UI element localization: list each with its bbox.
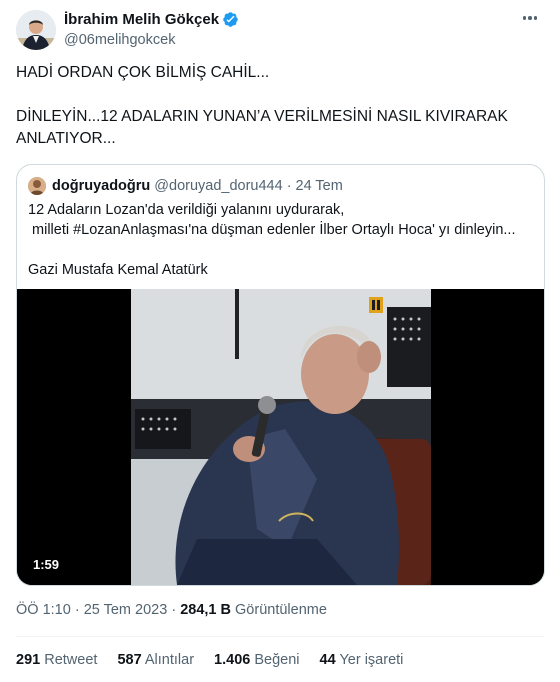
quoted-author-handle: @doruyad_doru444 bbox=[154, 178, 283, 194]
bookmarks-label: Yer işareti bbox=[339, 652, 404, 668]
video-thumbnail bbox=[17, 289, 544, 585]
quotes-stat[interactable]: 587 Alıntılar bbox=[117, 652, 194, 668]
author-handle[interactable]: @06melihgokcek bbox=[64, 32, 175, 48]
views-label: Görüntülenme bbox=[235, 602, 327, 618]
quoted-date: 24 Tem bbox=[295, 178, 343, 194]
quoted-author-avatar bbox=[28, 177, 46, 195]
retweet-label: Retweet bbox=[44, 652, 98, 668]
quotes-count: 587 bbox=[117, 652, 142, 668]
meta-separator: · bbox=[74, 602, 80, 618]
author-avatar-image bbox=[16, 10, 56, 50]
author-display-name[interactable]: İbrahim Melih Gökçek bbox=[64, 11, 219, 28]
tweet-meta: ÖÖ 1:10 · 25 Tem 2023 · 284,1 B Görüntül… bbox=[16, 602, 327, 618]
quoted-text-line-1: 12 Adaların Lozan'da verildiği yalanını … bbox=[28, 202, 345, 218]
likes-label: Beğeni bbox=[254, 652, 300, 668]
quoted-separator: · bbox=[286, 178, 292, 194]
tweet-stats: 291 Retweet 587 Alıntılar 1.406 Beğeni 4… bbox=[16, 652, 403, 668]
meta-separator-2: · bbox=[171, 602, 177, 618]
tweet-time[interactable]: ÖÖ 1:10 bbox=[16, 602, 71, 618]
quoted-text-line-3: Gazi Mustafa Kemal Atatürk bbox=[28, 262, 208, 278]
verified-badge-icon bbox=[222, 11, 239, 28]
retweet-count: 291 bbox=[16, 652, 41, 668]
author-name-row: İbrahim Melih Gökçek bbox=[64, 11, 239, 28]
quoted-author-name: doğruyadoğru bbox=[52, 178, 151, 194]
more-options-icon[interactable] bbox=[518, 8, 542, 28]
author-avatar[interactable] bbox=[16, 10, 56, 50]
likes-count: 1.406 bbox=[214, 652, 251, 668]
tweet-date[interactable]: 25 Tem 2023 bbox=[84, 602, 168, 618]
channel-logo-icon bbox=[369, 297, 383, 313]
quoted-text-line-2: milleti #LozanAnlaşması'na düşman edenle… bbox=[28, 222, 516, 238]
tweet-text: HADİ ORDAN ÇOK BİLMİŞ CAHİL... DİNLEYİN.… bbox=[16, 62, 544, 150]
quoted-tweet-text: 12 Adaların Lozan'da verildiği yalanını … bbox=[28, 200, 533, 280]
tweet-header: İbrahim Melih Gökçek @06melihgokcek bbox=[16, 8, 544, 52]
retweet-stat[interactable]: 291 Retweet bbox=[16, 652, 97, 668]
likes-stat[interactable]: 1.406 Beğeni bbox=[214, 652, 299, 668]
quotes-label: Alıntılar bbox=[144, 652, 195, 668]
quoted-tweet-header: doğruyadoğru @doruyad_doru444 · 24 Tem bbox=[28, 177, 343, 195]
views-count: 284,1 B bbox=[180, 602, 231, 618]
quoted-tweet-card[interactable]: doğruyadoğru @doruyad_doru444 · 24 Tem 1… bbox=[16, 164, 545, 586]
bookmarks-stat[interactable]: 44 Yer işareti bbox=[320, 652, 404, 668]
divider bbox=[16, 636, 544, 637]
tweet-text-line-2: DİNLEYİN...12 ADALARIN YUNAN’A VERİLMESİ… bbox=[16, 108, 508, 147]
video-duration: 1:59 bbox=[29, 556, 64, 573]
video-player[interactable]: 1:59 bbox=[17, 289, 544, 585]
bookmarks-count: 44 bbox=[319, 652, 336, 668]
tweet-text-line-1: HADİ ORDAN ÇOK BİLMİŞ CAHİL... bbox=[16, 64, 270, 81]
